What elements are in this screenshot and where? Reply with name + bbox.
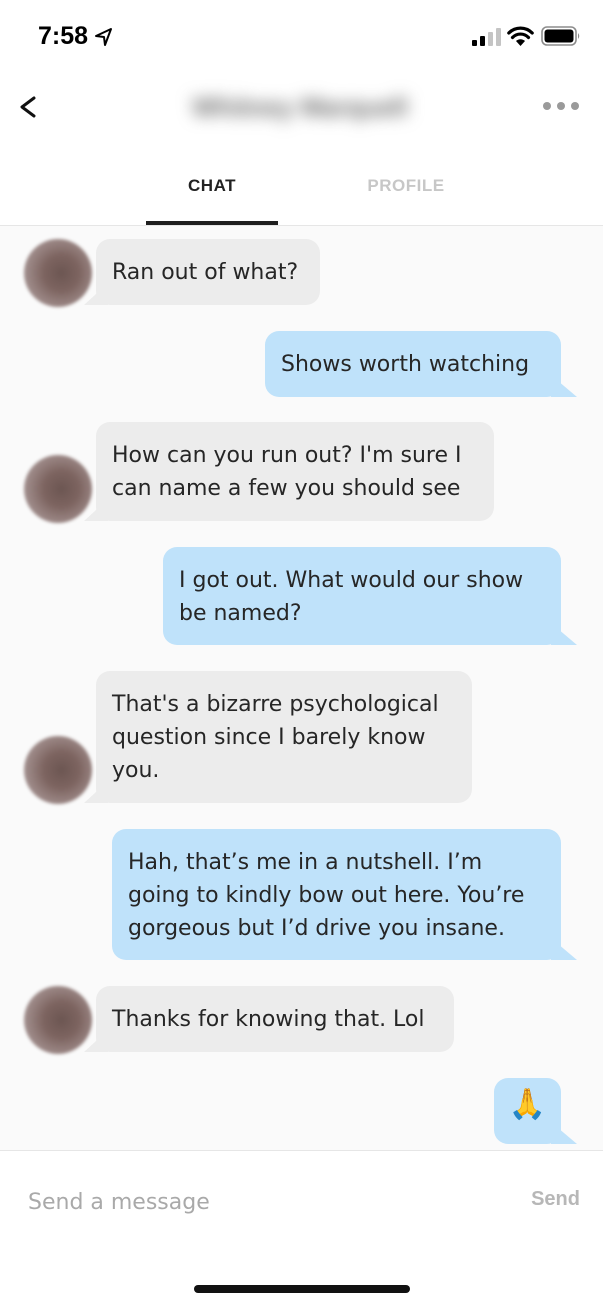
outgoing-message: Shows worth watching [265,331,561,397]
incoming-message: How can you run out? I'm sure I can name… [96,422,494,521]
chat-thread[interactable]: Ran out of what? Shows worth watching Ho… [0,226,603,1150]
battery-icon [541,26,580,46]
message-composer: Send [0,1150,603,1304]
active-tab-indicator [146,221,278,225]
incoming-message: That's a bizarre psychological question … [96,671,472,803]
home-indicator[interactable] [194,1285,410,1293]
incoming-message: Thanks for knowing that. Lol [96,986,454,1052]
chat-header: Whitney Marquell [0,72,603,144]
tab-profile[interactable]: PROFILE [340,176,472,196]
location-arrow-icon [95,28,112,46]
avatar[interactable] [24,736,92,804]
cellular-signal-icon [472,28,501,46]
outgoing-message: I got out. What would our show be named? [163,547,561,645]
avatar[interactable] [24,455,92,523]
tab-bar: CHAT PROFILE [0,144,603,226]
contact-name: Whitney Marquell [192,92,408,122]
outgoing-emoji-message: 🙏 [494,1078,561,1144]
back-chevron-icon[interactable] [14,90,42,124]
incoming-message: Ran out of what? [96,239,320,305]
status-bar: 7:58 [0,0,603,72]
message-input[interactable] [28,1185,488,1219]
outgoing-message: Hah, that’s me in a nutshell. I’m going … [112,829,561,960]
status-time: 7:58 [38,22,89,50]
send-button[interactable]: Send [510,1188,580,1211]
more-options-icon[interactable] [542,100,580,112]
tab-chat[interactable]: CHAT [146,176,278,196]
wifi-icon [507,26,534,46]
avatar[interactable] [24,239,92,307]
avatar[interactable] [24,986,92,1054]
